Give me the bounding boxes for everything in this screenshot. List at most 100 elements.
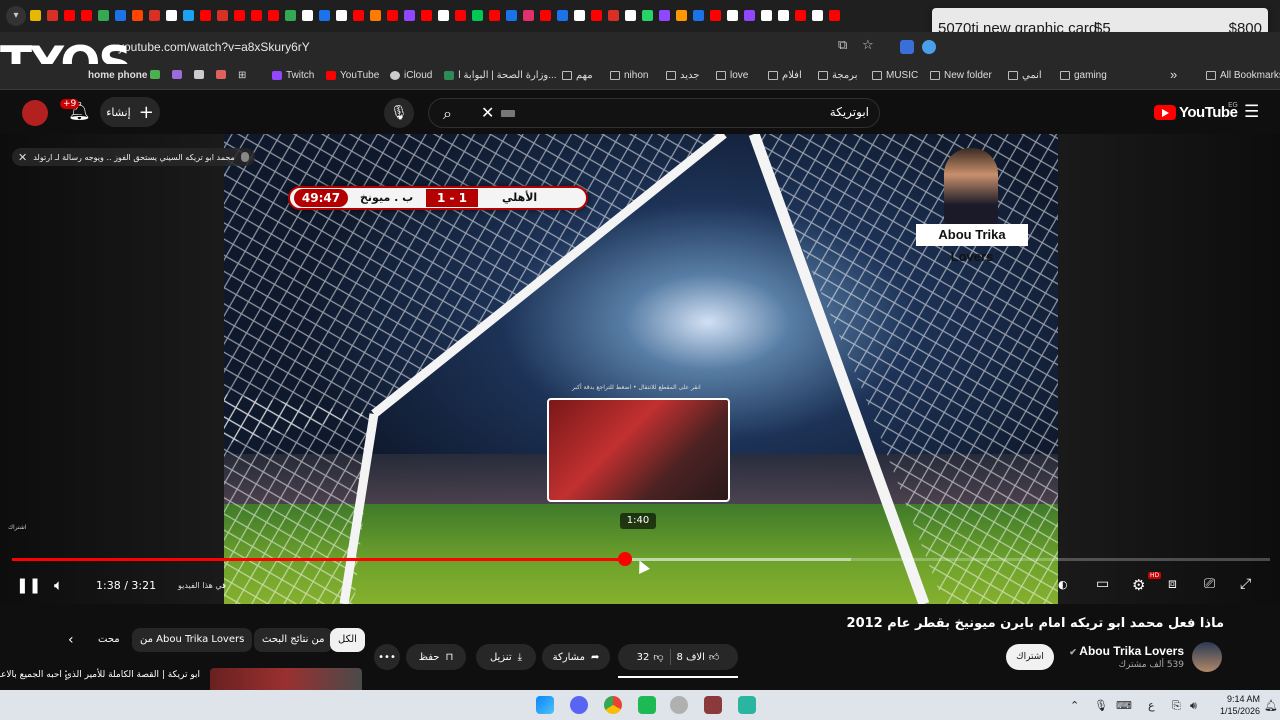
app-icon[interactable] [670, 696, 688, 714]
bookmark-health-ministry[interactable]: وزارة الصحة | البوابة ا... [444, 70, 557, 81]
app-icon[interactable] [738, 696, 756, 714]
subtitles-icon[interactable]: ▭ [1096, 576, 1109, 592]
network-icon[interactable]: ⎘ [1172, 699, 1181, 713]
keyboard-icon[interactable] [501, 110, 515, 117]
bookmark-folder[interactable]: انمي [1008, 70, 1042, 81]
url-text[interactable]: youtube.com/watch?v=a8xSkury6rY [118, 40, 310, 54]
search-icon[interactable]: ⌕ [443, 104, 452, 124]
tab-favicon-icon[interactable] [217, 10, 228, 21]
bookmark-app-icon[interactable] [172, 70, 182, 79]
tab-favicon-icon[interactable] [285, 10, 296, 21]
chevron-left-icon[interactable]: ‹ [68, 632, 74, 648]
chip-all[interactable]: الكل [330, 628, 365, 652]
bookmark-app-icon[interactable] [194, 70, 204, 79]
tab-search-dropdown[interactable]: ▾ [6, 6, 26, 26]
tab-favicon-icon[interactable] [591, 10, 602, 21]
chip-from-search[interactable]: من نتائج البحث [254, 628, 333, 652]
chrome-icon[interactable] [604, 696, 622, 714]
translate-extension-icon[interactable] [900, 40, 914, 54]
bookmark-folder[interactable]: love [716, 70, 748, 81]
clock[interactable]: 9:14 AM 1/15/2026 [1220, 693, 1260, 717]
speaker-icon[interactable]: 🔊︎ [1190, 699, 1197, 713]
tab-favicon-icon[interactable] [319, 10, 330, 21]
like-button[interactable]: 8 الاف 👍︎ [677, 651, 720, 664]
tab-favicon-icon[interactable] [676, 10, 687, 21]
tab-favicon-icon[interactable] [608, 10, 619, 21]
address-bar[interactable]: youtube.com/watch?v=a8xSkury6rY ⧉ ☆ [0, 32, 1280, 64]
clear-search-icon[interactable]: ✕ [481, 103, 494, 122]
tab-favicon-icon[interactable] [472, 10, 483, 21]
close-icon[interactable]: ✕ [18, 151, 27, 164]
microphone-icon[interactable]: 🎙︎ [1094, 699, 1108, 712]
tab-favicon-icon[interactable] [421, 10, 432, 21]
mini-title-overlay[interactable]: ✕ محمد ابو تريكه السيني يستحق الفوز .. و… [12, 148, 255, 166]
tab-favicon-icon[interactable] [166, 10, 177, 21]
bookmark-youtube[interactable]: YouTube [326, 70, 379, 81]
dislike-button[interactable]: 32 👎︎ [637, 651, 664, 664]
tab-favicon-icon[interactable] [200, 10, 211, 21]
bookmark-partial[interactable]: home phone [88, 70, 147, 81]
tab-favicon-icon[interactable] [761, 10, 772, 21]
voice-search-mic-icon[interactable]: 🎙︎ [384, 98, 414, 128]
tab-favicon-icon[interactable] [370, 10, 381, 21]
tab-favicon-icon[interactable] [523, 10, 534, 21]
keyboard-icon[interactable]: ⌨ [1116, 699, 1132, 712]
tab-favicon-icon[interactable] [557, 10, 568, 21]
tab-favicon-icon[interactable] [438, 10, 449, 21]
mini-subscribe-label[interactable]: اشتراك [8, 524, 26, 531]
tab-favicon-icon[interactable] [115, 10, 126, 21]
bookmark-folder[interactable]: برمجة [818, 70, 857, 81]
tab-favicon-icon[interactable] [710, 10, 721, 21]
install-app-icon[interactable]: ⧉ [838, 38, 847, 53]
tab-favicon-icon[interactable] [30, 10, 41, 21]
more-actions-button[interactable]: ••• [374, 644, 400, 670]
search-box[interactable]: ⌕ ✕ [428, 98, 880, 128]
bookmark-folder[interactable]: جديد [666, 70, 699, 81]
bookmark-app-icon[interactable] [150, 70, 160, 79]
tab-favicon-icon[interactable] [727, 10, 738, 21]
fullscreen-icon[interactable]: ⤢ [1240, 576, 1251, 592]
tray-chevron-up-icon[interactable]: ⌃ [1070, 699, 1079, 712]
download-button[interactable]: تنزيل ⤓ [476, 644, 536, 670]
youtube-logo[interactable]: YouTube [1154, 104, 1238, 121]
tab-favicon-icon[interactable] [829, 10, 840, 21]
all-bookmarks[interactable]: All Bookmarks [1206, 70, 1280, 81]
pause-icon[interactable]: ❚❚ [16, 576, 41, 594]
share-button[interactable]: مشاركة ➦ [542, 644, 610, 670]
chip-partial[interactable]: محت [94, 628, 124, 652]
extension-icon[interactable] [922, 40, 936, 54]
tab-favicon-icon[interactable] [353, 10, 364, 21]
volume-icon[interactable]: 🔈︎ [54, 576, 63, 594]
tab-favicon-icon[interactable] [302, 10, 313, 21]
related-video-title[interactable]: ابو تريكة | القصة الكاملة للأمير الذي اح… [0, 668, 200, 682]
channel-avatar[interactable] [1192, 642, 1222, 672]
tab-favicon-icon[interactable] [795, 10, 806, 21]
tab-favicon-icon[interactable] [744, 10, 755, 21]
chevron-right-icon[interactable]: › [222, 579, 226, 592]
video-frame[interactable]: Abou Trika Lovers 49:47 ب . ميونخ 1 - 1 … [224, 134, 1058, 604]
autoplay-toggle[interactable]: ◐ [1058, 578, 1068, 591]
subscribe-button[interactable]: اشتراك [1006, 644, 1054, 670]
hamburger-menu-icon[interactable]: ☰ [1244, 102, 1259, 122]
tab-favicon-icon[interactable] [98, 10, 109, 21]
chapter-label[interactable]: في هذا الفيديو [178, 581, 226, 590]
tab-favicon-icon[interactable] [47, 10, 58, 21]
tab-favicon-icon[interactable] [625, 10, 636, 21]
tab-favicon-icon[interactable] [149, 10, 160, 21]
tab-favicon-icon[interactable] [540, 10, 551, 21]
tab-favicon-icon[interactable] [574, 10, 585, 21]
related-video-thumbnail[interactable] [210, 668, 362, 690]
search-input[interactable] [569, 105, 869, 119]
input-language[interactable]: ع [1148, 699, 1155, 712]
bookmark-twitch[interactable]: Twitch [272, 70, 314, 81]
tab-favicon-icon[interactable] [132, 10, 143, 21]
tab-favicon-icon[interactable] [336, 10, 347, 21]
app-icon[interactable] [704, 696, 722, 714]
tab-favicon-icon[interactable] [812, 10, 823, 21]
tab-favicon-icon[interactable] [183, 10, 194, 21]
tab-favicon-icon[interactable] [778, 10, 789, 21]
bookmark-folder[interactable]: nihon [610, 70, 648, 81]
video-player[interactable]: Abou Trika Lovers 49:47 ب . ميونخ 1 - 1 … [0, 134, 1280, 604]
bookmark-folder[interactable]: مهم [562, 70, 593, 81]
tab-favicon-icon[interactable] [489, 10, 500, 21]
